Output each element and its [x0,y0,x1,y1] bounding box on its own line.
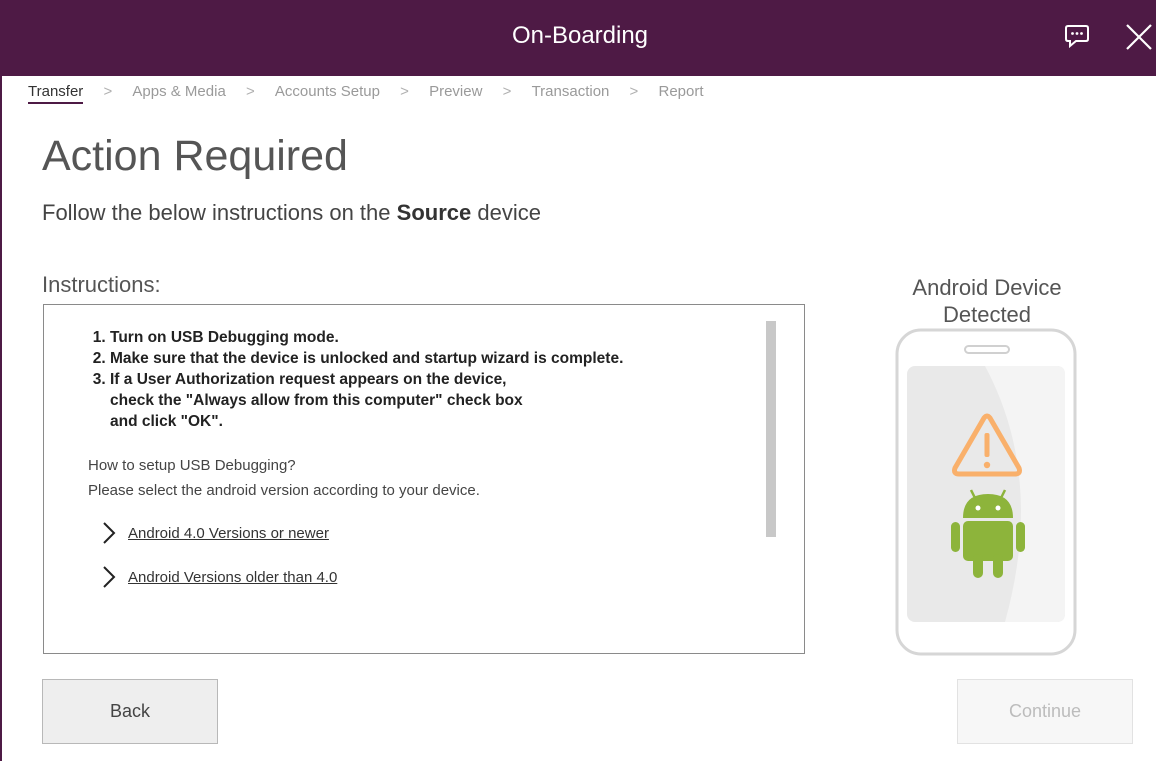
instruction-step: If a User Authorization request appears … [110,369,623,432]
instructions-panel: Turn on USB Debugging mode. Make sure th… [43,304,805,654]
instruction-step-line: and click "OK". [110,413,223,430]
chevron-right-icon [103,566,116,588]
page-subtitle: Follow the below instructions on the Sou… [42,200,541,226]
subtitle-source: Source [396,200,472,225]
link-label[interactable]: Android 4.0 Versions or newer [128,525,329,542]
phone-illustration [895,328,1079,663]
instruction-step-line: If a User Authorization request appears … [110,371,507,388]
breadcrumb-separator: > [629,83,639,100]
breadcrumb-separator: > [502,83,512,100]
breadcrumb: Transfer > Apps & Media > Accounts Setup… [28,83,704,104]
title-bar: On-Boarding [2,0,1156,76]
scrollbar[interactable] [766,321,776,537]
instructions-label: Instructions: [42,272,161,297]
help-hint: Please select the android version accord… [88,482,480,499]
instruction-step: Make sure that the device is unlocked an… [110,348,623,369]
instruction-step-line: check the "Always allow from this comput… [110,392,523,409]
link-android-older[interactable]: Android Versions older than 4.0 [102,563,337,591]
close-icon[interactable] [1124,22,1154,52]
chevron-right-icon [103,522,116,544]
link-label[interactable]: Android Versions older than 4.0 [128,569,337,586]
breadcrumb-item-preview[interactable]: Preview [429,83,482,100]
breadcrumb-item-transaction[interactable]: Transaction [532,83,610,100]
breadcrumb-separator: > [103,83,113,100]
instruction-steps: Turn on USB Debugging mode. Make sure th… [84,327,623,432]
breadcrumb-item-accounts-setup[interactable]: Accounts Setup [275,83,380,100]
device-status-label: Android Device Detected [872,274,1102,328]
breadcrumb-item-apps-media[interactable]: Apps & Media [132,83,225,100]
instruction-step: Turn on USB Debugging mode. [110,327,623,348]
breadcrumb-separator: > [400,83,409,100]
link-android-4-newer[interactable]: Android 4.0 Versions or newer [102,519,329,547]
page-title: Action Required [42,132,348,180]
breadcrumb-item-report[interactable]: Report [658,83,703,100]
breadcrumb-item-transfer[interactable]: Transfer [28,83,84,104]
subtitle-prefix: Follow the below instructions on the [42,200,397,225]
device-status-line2: Detected [942,302,1032,327]
breadcrumb-separator: > [245,83,255,100]
device-status-line1: Android Device [912,275,1062,300]
help-question: How to setup USB Debugging? [88,457,296,474]
back-button[interactable]: Back [42,679,218,744]
chat-bubble-icon[interactable] [1064,24,1090,49]
continue-button[interactable]: Continue [957,679,1133,744]
subtitle-suffix: device [471,200,541,225]
app-window: On-Boarding Transfer > Apps & Media > Ac… [0,0,1156,761]
window-title: On-Boarding [511,22,649,49]
